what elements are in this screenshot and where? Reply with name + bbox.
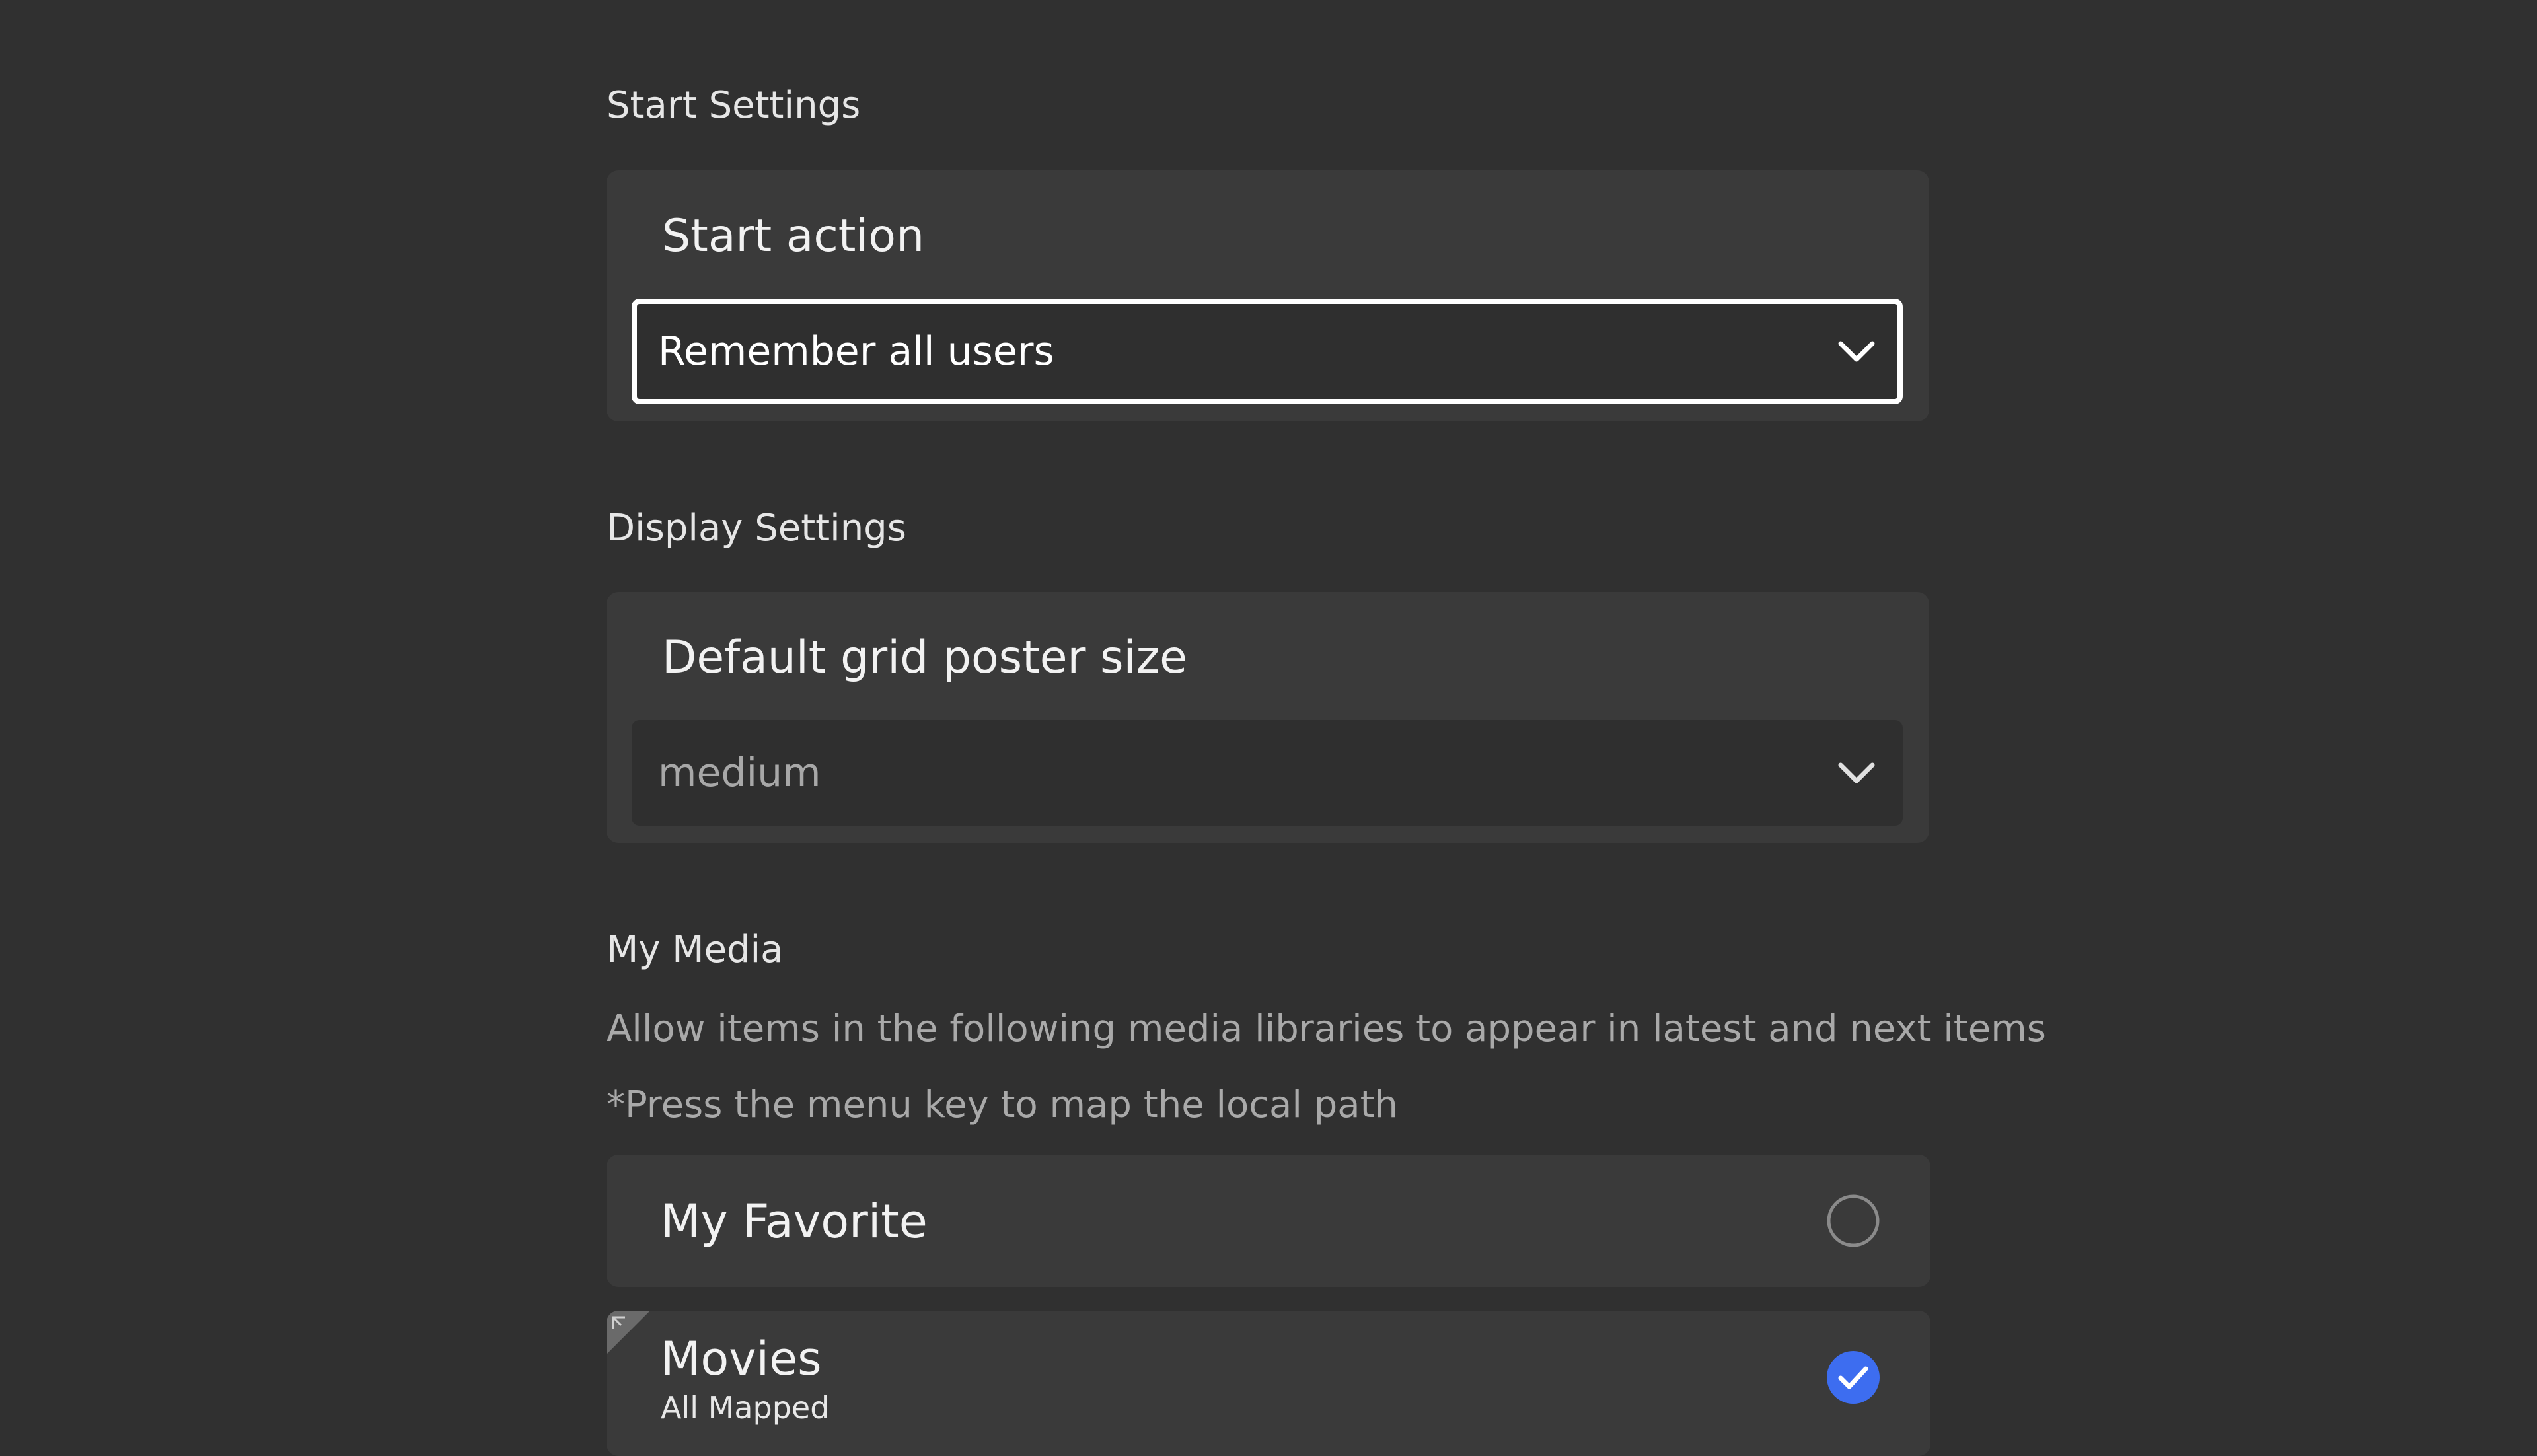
start-action-value: Remember all users	[658, 328, 1054, 375]
check-circle-icon[interactable]	[1826, 1350, 1880, 1404]
start-action-select[interactable]: Remember all users	[632, 299, 1903, 404]
display-settings-title: Display Settings	[607, 507, 906, 550]
start-action-label: Start action	[662, 210, 925, 262]
library-row-my-favorite[interactable]: My Favorite	[607, 1155, 1930, 1287]
my-media-title: My Media	[607, 928, 784, 971]
library-name: Movies	[661, 1332, 822, 1386]
poster-size-select[interactable]: medium	[632, 720, 1903, 826]
library-name: My Favorite	[661, 1194, 928, 1249]
chevron-down-icon	[1837, 753, 1876, 793]
radio-unchecked-icon[interactable]	[1826, 1194, 1880, 1248]
start-action-card: Start action Remember all users	[607, 170, 1929, 421]
my-media-description: Allow items in the following media libra…	[607, 1007, 2046, 1050]
poster-size-value: medium	[658, 750, 821, 796]
mapped-corner-icon	[607, 1311, 650, 1354]
poster-size-label: Default grid poster size	[662, 632, 1187, 684]
my-media-hint: *Press the menu key to map the local pat…	[607, 1083, 1399, 1126]
poster-size-card: Default grid poster size medium	[607, 592, 1929, 843]
library-subtitle: All Mapped	[661, 1390, 830, 1426]
chevron-down-icon	[1837, 332, 1876, 371]
start-settings-title: Start Settings	[607, 84, 861, 127]
library-row-movies[interactable]: Movies All Mapped	[607, 1311, 1930, 1456]
